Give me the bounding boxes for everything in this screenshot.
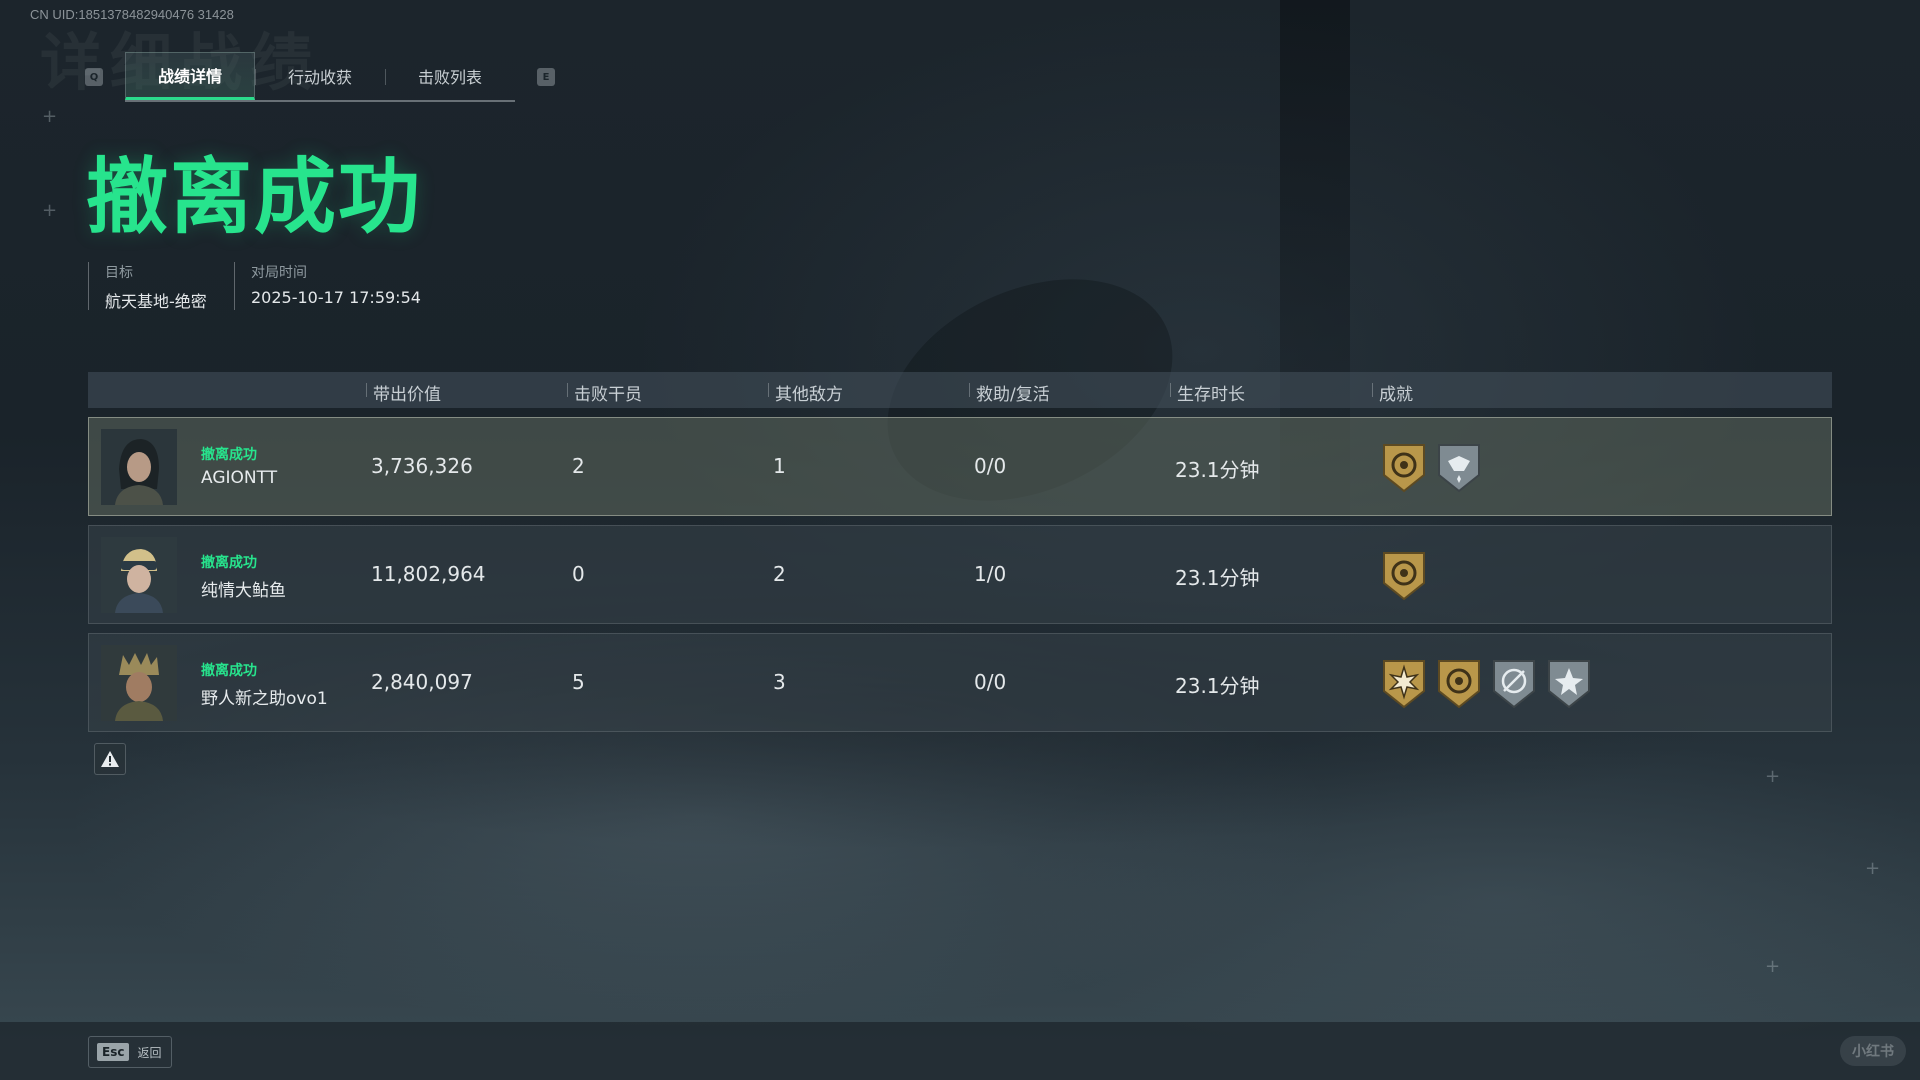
assist-revive: 1/0 bbox=[974, 562, 1007, 586]
survival-time: 23.1分钟 bbox=[1175, 566, 1260, 590]
crosshair-mark: + bbox=[42, 106, 58, 127]
crosshair-mark: + bbox=[42, 200, 58, 221]
header-survival-time: 生存时长 bbox=[1170, 380, 1245, 405]
header-assist-revive: 救助/复活 bbox=[969, 380, 1050, 405]
crosshair-mark: + bbox=[1765, 956, 1781, 977]
gold-star-burst-badge-icon[interactable] bbox=[1381, 657, 1427, 709]
player-name: 纯情大鲇鱼 bbox=[201, 581, 286, 601]
table-row[interactable]: 撤离成功 纯情大鲇鱼 11,802,964 0 2 1/0 23.1分钟 bbox=[88, 525, 1832, 624]
silver-star-badge-icon[interactable] bbox=[1546, 657, 1592, 709]
back-button[interactable]: Esc 返回 bbox=[88, 1036, 173, 1068]
crosshair-mark: + bbox=[1765, 766, 1781, 787]
target-label: 目标 bbox=[105, 265, 133, 281]
watermark-logo: 小红书 bbox=[1840, 1036, 1906, 1066]
table-row[interactable]: 撤离成功 野人新之助ovo1 2,840,097 5 3 0/0 23.1分钟 bbox=[88, 633, 1832, 732]
operators-killed: 0 bbox=[572, 562, 585, 586]
squad-stats-table: 带出价值 击败干员 其他敌方 救助/复活 生存时长 成就 撤离成功 AGIONT… bbox=[88, 372, 1832, 732]
player-name: 野人新之助ovo1 bbox=[201, 689, 328, 709]
footer-bar bbox=[0, 1022, 1920, 1080]
survival-time: 23.1分钟 bbox=[1175, 674, 1260, 698]
gold-compass-badge-icon[interactable] bbox=[1436, 657, 1482, 709]
tab-kill-list[interactable]: 击败列表 bbox=[385, 52, 515, 100]
match-time-info: 对局时间 2025-10-17 17:59:54 bbox=[234, 262, 421, 310]
extract-value: 2,840,097 bbox=[371, 670, 473, 694]
extraction-status: 撤离成功 bbox=[201, 555, 257, 571]
extract-value: 3,736,326 bbox=[371, 454, 473, 478]
next-tab-key-hint[interactable]: E bbox=[537, 68, 555, 86]
extract-value: 11,802,964 bbox=[371, 562, 486, 586]
gold-compass-badge-icon[interactable] bbox=[1381, 441, 1427, 493]
back-label: 返回 bbox=[137, 1045, 162, 1060]
avatar bbox=[101, 537, 177, 613]
tab-bar: Q 战绩详情 行动收获 击败列表 E bbox=[85, 52, 555, 102]
esc-key-hint: Esc bbox=[97, 1043, 130, 1061]
warning-triangle-icon bbox=[101, 751, 119, 767]
other-enemies: 2 bbox=[773, 562, 786, 586]
tab-operation-loot[interactable]: 行动收获 bbox=[255, 52, 385, 100]
report-warning-button[interactable] bbox=[94, 743, 126, 775]
header-operators-killed: 击败干员 bbox=[567, 380, 642, 405]
tab-match-details[interactable]: 战绩详情 bbox=[125, 52, 255, 100]
extraction-status: 撤离成功 bbox=[201, 447, 257, 463]
operators-killed: 2 bbox=[572, 454, 585, 478]
player-uid: CN UID:1851378482940476 31428 bbox=[30, 7, 234, 22]
player-name: AGIONTT bbox=[201, 468, 278, 488]
match-time-value: 2025-10-17 17:59:54 bbox=[251, 288, 421, 307]
achievement-badges bbox=[1381, 657, 1592, 709]
silver-target-badge-icon[interactable] bbox=[1491, 657, 1537, 709]
match-time-label: 对局时间 bbox=[251, 265, 307, 281]
assist-revive: 0/0 bbox=[974, 670, 1007, 694]
extraction-status: 撤离成功 bbox=[201, 663, 257, 679]
table-row[interactable]: 撤离成功 AGIONTT 3,736,326 2 1 0/0 23.1分钟 bbox=[88, 417, 1832, 516]
achievement-badges bbox=[1381, 441, 1482, 493]
tab-group: 战绩详情 行动收获 击败列表 bbox=[125, 52, 515, 102]
target-value: 航天基地-绝密 bbox=[105, 292, 207, 311]
operators-killed: 5 bbox=[572, 670, 585, 694]
achievement-badges bbox=[1381, 549, 1427, 601]
result-title: 撤离成功 bbox=[86, 150, 423, 245]
other-enemies: 3 bbox=[773, 670, 786, 694]
survival-time: 23.1分钟 bbox=[1175, 458, 1260, 482]
gold-compass-badge-icon[interactable] bbox=[1381, 549, 1427, 601]
header-achievements: 成就 bbox=[1372, 380, 1413, 405]
silver-handshake-badge-icon[interactable] bbox=[1436, 441, 1482, 493]
assist-revive: 0/0 bbox=[974, 454, 1007, 478]
target-info: 目标 航天基地-绝密 bbox=[88, 262, 207, 311]
crosshair-mark: + bbox=[1865, 858, 1881, 879]
other-enemies: 1 bbox=[773, 454, 786, 478]
avatar bbox=[101, 429, 177, 505]
table-header: 带出价值 击败干员 其他敌方 救助/复活 生存时长 成就 bbox=[88, 372, 1832, 408]
avatar bbox=[101, 645, 177, 721]
header-other-enemies: 其他敌方 bbox=[768, 380, 843, 405]
prev-tab-key-hint[interactable]: Q bbox=[85, 68, 103, 86]
header-extract-value: 带出价值 bbox=[366, 380, 441, 405]
